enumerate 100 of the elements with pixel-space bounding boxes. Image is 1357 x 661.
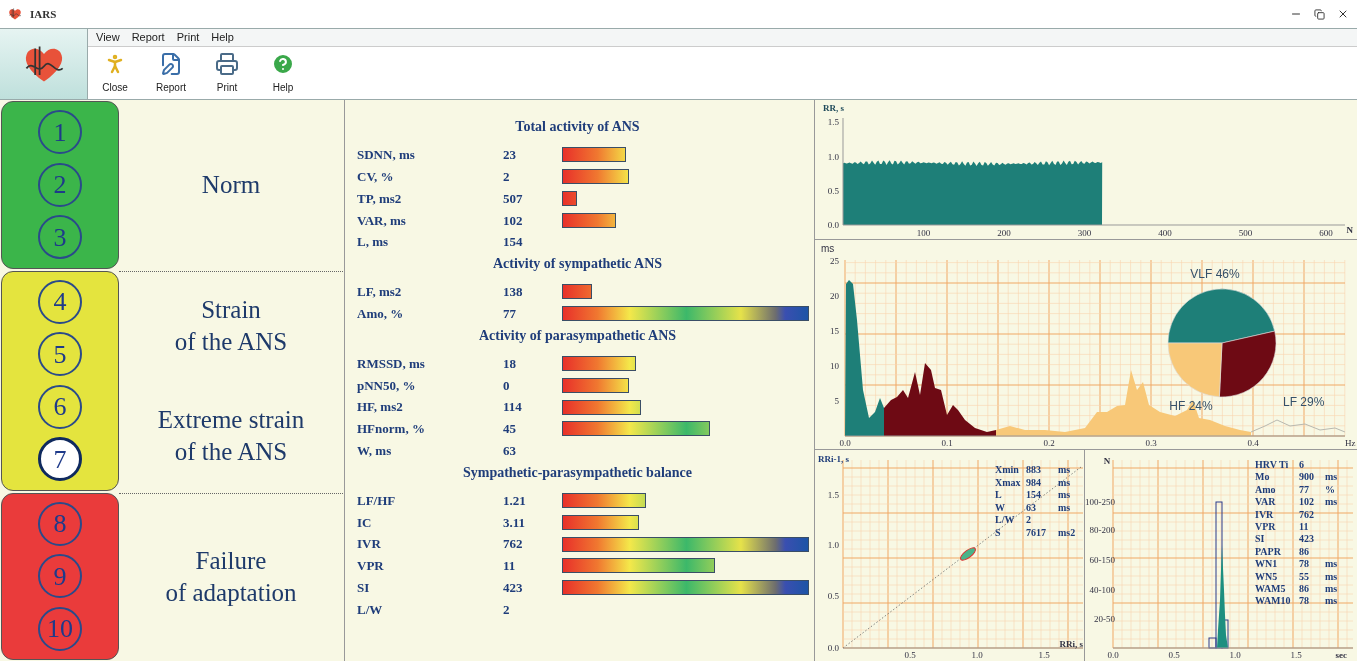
stat-value: 55 (1299, 569, 1310, 584)
indicator-label: VAR, ms (357, 211, 407, 230)
indicator-bar (562, 284, 592, 300)
restore-icon[interactable] (1314, 8, 1325, 20)
stat-value: 984 (1026, 475, 1042, 490)
toolbar-button[interactable]: Print (208, 51, 246, 95)
tick-label: 1.0 (1229, 650, 1241, 660)
indicator-value: 102 (503, 211, 524, 230)
tick-label: 1.5 (827, 490, 839, 500)
stat-unit: ms (1325, 569, 1339, 584)
stat-name: Xmax (995, 475, 1022, 490)
tick-label: 0.5 (904, 650, 916, 660)
indicator-label: W, ms (357, 441, 393, 460)
stat-value: 883 (1026, 463, 1042, 477)
stat-name: VPR (1255, 519, 1277, 534)
tick-label: 80-200 (1089, 525, 1115, 535)
scale-label: Failure of adaptation (165, 545, 297, 608)
tick-label: 1.0 (827, 540, 839, 550)
section-title: Sympathetic-parasympathetic balance (462, 463, 692, 482)
stat-value: 900 (1299, 470, 1315, 485)
axis-title: ms (821, 243, 835, 254)
toolbar-button[interactable]: Report (152, 51, 190, 95)
stat-name: WAM5 (1255, 581, 1287, 596)
tick-label: 0.5 (827, 591, 839, 601)
tick-label: 1.0 (827, 152, 839, 162)
stat-unit: ms (1058, 475, 1072, 490)
tick-label: RRi, s (1059, 639, 1083, 649)
menu-item[interactable]: Help (211, 29, 234, 46)
tick-label: 500 (1238, 228, 1253, 238)
scatter-cluster (960, 547, 976, 561)
tick-label: 300 (1077, 228, 1092, 238)
indicator-label: TP, ms2 (357, 189, 403, 208)
stat-name: WAM10 (1255, 594, 1292, 609)
stat-name: VAR (1255, 495, 1277, 510)
indicator-bar (562, 191, 577, 206)
stat-name: WN1 (1255, 557, 1279, 572)
printer-icon (215, 51, 239, 76)
stat-value: 7617 (1026, 525, 1047, 540)
stat-unit: ms (1325, 495, 1339, 510)
indicator-value: 138 (503, 283, 524, 302)
indicator-bar (562, 169, 629, 185)
stat-name: IVR (1255, 507, 1275, 522)
stat-name: L (995, 488, 1003, 502)
tick-label: 0.1 (941, 438, 953, 448)
stat-name: W (995, 500, 1006, 515)
indicator-label: Amo, % (357, 304, 405, 323)
scale-label: Norm (201, 169, 261, 200)
indicator-label: pNN50, % (357, 376, 417, 395)
stat-value: 11 (1299, 519, 1310, 534)
stat-value: 6 (1299, 458, 1305, 472)
tick-label: 15 (830, 326, 839, 336)
pie-label: LF 29% (1283, 395, 1325, 409)
indicator-value: 23 (503, 146, 517, 165)
toolbar-button[interactable]: Help (264, 51, 302, 95)
tick-label: 200 (997, 228, 1011, 238)
tick-label: 40-100 (1089, 585, 1115, 595)
stat-unit: ms (1325, 470, 1339, 485)
tick-label: 10 (830, 361, 839, 371)
indicator-label: HFnorm, % (357, 420, 426, 439)
stat-value: 2 (1026, 513, 1032, 527)
tick-label: 100-250 (1085, 497, 1115, 507)
menu-item[interactable]: Report (131, 29, 165, 46)
indicator-value: 11 (503, 557, 517, 576)
heart-logo-icon (8, 7, 22, 21)
section-title: Activity of parasympathetic ANS (478, 326, 677, 345)
tick-label: 1.5 (1038, 650, 1050, 660)
toolbar-button[interactable]: Close (96, 51, 134, 95)
stat-name: L/W (995, 513, 1016, 527)
stat-value: 78 (1299, 557, 1310, 572)
stat-value: 77 (1299, 482, 1310, 497)
indicator-label: L, ms (357, 233, 390, 252)
menu-item[interactable]: Print (176, 29, 200, 46)
window-title: IARS (30, 6, 57, 22)
indicator-label: SDNN, ms (357, 146, 416, 165)
tick-label: 0.0 (1107, 650, 1119, 660)
menu-item[interactable]: View (96, 29, 120, 46)
stat-name: PAPR (1255, 544, 1282, 559)
pie-label: HF 24% (1169, 399, 1213, 413)
stat-unit: ms (1058, 463, 1072, 477)
indicator-value: 63 (503, 441, 517, 460)
indicator-label: HF, ms2 (357, 398, 404, 417)
tick-label: 100 (916, 228, 931, 238)
axis-title: RRi-1, s (818, 454, 849, 464)
tick-label: 20 (830, 291, 839, 301)
stat-value: 78 (1299, 594, 1310, 609)
stat-unit: ms (1325, 581, 1339, 596)
scale-label: Extreme strain of the ANS (157, 404, 305, 467)
tick-label: 0.4 (1247, 438, 1259, 448)
stat-unit: ms (1058, 488, 1072, 502)
stat-value: 423 (1299, 532, 1315, 547)
indicator-label: RMSSD, ms (357, 354, 426, 373)
indicator-value: 18 (503, 354, 517, 373)
tick-label: 1.5 (827, 117, 839, 127)
close-icon[interactable] (1337, 8, 1349, 20)
tick-label: 0.0 (827, 220, 839, 230)
indicator-bar (562, 147, 627, 163)
stat-value: 102 (1299, 495, 1315, 510)
indicator-value: 762 (503, 535, 524, 554)
tick-label: sec (1335, 650, 1347, 660)
indicator-label: CV, % (357, 167, 395, 186)
